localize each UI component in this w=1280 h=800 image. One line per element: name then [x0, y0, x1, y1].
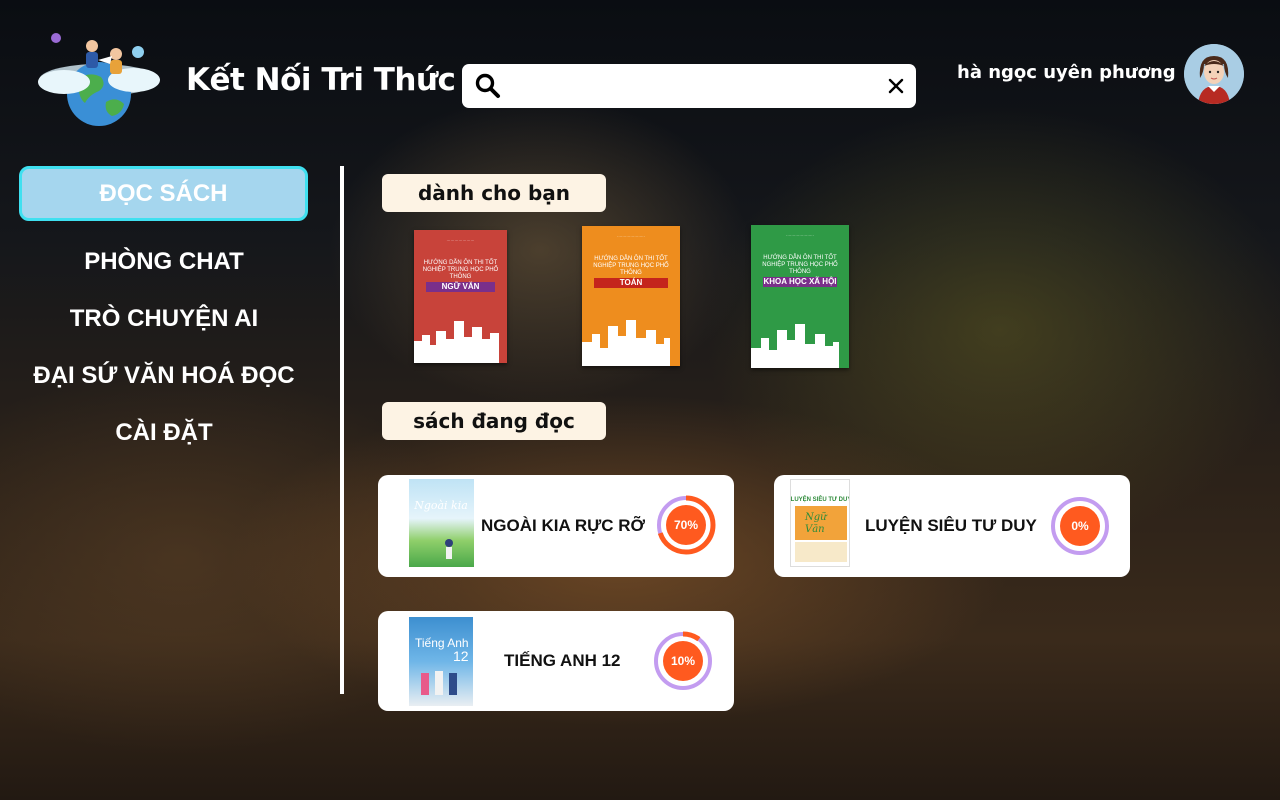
sidebar-item-doc-sach[interactable]: ĐỌC SÁCH [19, 166, 308, 221]
book-cover-image: Ngoài kia [409, 479, 474, 567]
book-khoa-hoc-xa-hoi[interactable]: ····················· HƯỚNG DẪN ÔN THI T… [751, 225, 849, 368]
book-title: LUYỆN SIÊU TƯ DUY [865, 516, 1037, 535]
book-header: HƯỚNG DẪN ÔN THI TỐT NGHIỆP TRUNG HỌC PH… [422, 260, 499, 281]
avatar[interactable] [1184, 44, 1244, 104]
city-illustration [751, 324, 839, 368]
svg-text:Ngữ: Ngữ [804, 512, 828, 523]
book-header: HƯỚNG DẪN ÔN THI TỐT NGHIỆP TRUNG HỌC PH… [593, 256, 669, 277]
progress-label: 0% [1071, 519, 1089, 533]
book-top-text: ····················· [786, 233, 814, 238]
book-title: NGOÀI KIA RỰC RỠ [481, 516, 645, 535]
book-cover-image: Tiếng Anh 12 [409, 617, 473, 706]
reading-card-ngoai-kia-ruc-ro[interactable]: Ngoài kia NGOÀI KIA RỰC RỠ 70% [378, 475, 734, 577]
book-cover-image: LUYỆN SIÊU TƯ DUY Ngữ Văn [790, 479, 850, 567]
book-subject: KHOA HỌC XÃ HỘI [763, 277, 837, 287]
reading-heading: sách đang đọc [382, 402, 606, 440]
svg-text:LUYỆN SIÊU TƯ DUY: LUYỆN SIÊU TƯ DUY [791, 495, 850, 503]
sidebar-item-cai-dat[interactable]: CÀI ĐẶT [0, 419, 328, 447]
reading-card-luyen-sieu-tu-duy[interactable]: LUYỆN SIÊU TƯ DUY Ngữ Văn LUYỆN SIÊU TƯ … [774, 475, 1130, 577]
progress-label: 10% [670, 654, 696, 668]
book-subject: NGỮ VĂN [426, 282, 495, 292]
book-header: HƯỚNG DẪN ÔN THI TỐT NGHIỆP TRUNG HỌC PH… [762, 255, 838, 276]
progress-label: 70% [673, 518, 699, 532]
svg-text:Ngoài kia: Ngoài kia [413, 499, 468, 512]
book-title: TIẾNG ANH 12 [504, 651, 621, 670]
book-ngu-van[interactable]: ····················· HƯỚNG DẪN ÔN THI T… [414, 230, 507, 363]
sidebar-item-dai-su-van-hoa-doc[interactable]: ĐẠI SỨ VĂN HOÁ ĐỌC [0, 362, 328, 390]
svg-text:12: 12 [453, 648, 469, 664]
search-input[interactable] [514, 70, 874, 102]
book-top-text: ····················· [446, 238, 475, 243]
sidebar-divider [340, 166, 344, 694]
book-toan[interactable]: ····················· HƯỚNG DẪN ÔN THI T… [582, 226, 680, 366]
app-logo[interactable] [34, 24, 164, 132]
city-illustration [582, 320, 670, 366]
book-subject: TOÁN [594, 278, 668, 288]
app-title: Kết Nối Tri Thức [186, 62, 456, 98]
close-icon[interactable] [886, 76, 906, 96]
sidebar-item-tro-chuyen-ai[interactable]: TRÒ CHUYỆN AI [0, 305, 328, 333]
sidebar-item-phong-chat[interactable]: PHÒNG CHAT [0, 248, 328, 276]
city-illustration [414, 321, 499, 363]
reading-card-tieng-anh-12[interactable]: Tiếng Anh 12 TIẾNG ANH 12 10% [378, 611, 734, 711]
user-name[interactable]: hà ngọc uyên phương [957, 62, 1176, 83]
book-top-text: ····················· [617, 234, 645, 239]
svg-text:Văn: Văn [805, 524, 825, 535]
for-you-heading: dành cho bạn [382, 174, 606, 212]
search-bar [462, 64, 916, 108]
search-icon[interactable] [475, 73, 501, 99]
